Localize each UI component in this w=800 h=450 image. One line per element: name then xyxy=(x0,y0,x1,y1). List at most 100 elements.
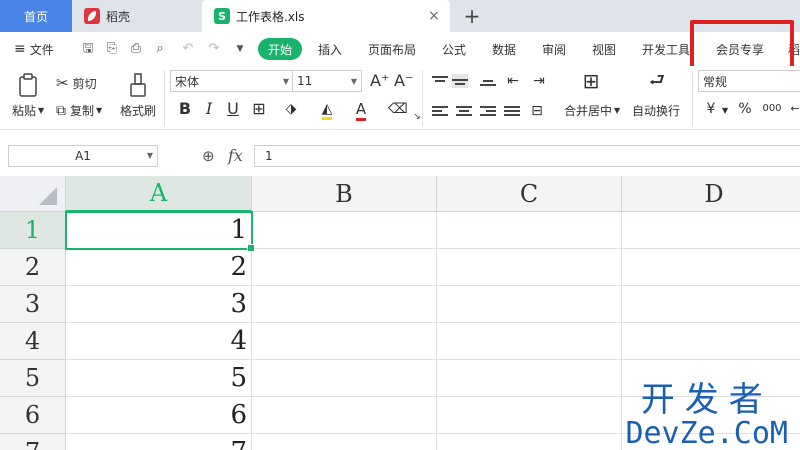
align-bottom-icon[interactable] xyxy=(480,74,496,88)
row-header-4[interactable]: 4 xyxy=(0,323,66,360)
cell-b1[interactable] xyxy=(252,212,437,249)
cell-style-icon[interactable]: ⬗ xyxy=(282,100,300,118)
merge-center-button[interactable]: 合并居中 ▼ xyxy=(564,102,620,119)
column-header-d[interactable]: D xyxy=(622,176,800,212)
paste-button[interactable]: 粘贴 ▼ xyxy=(12,102,44,119)
cell-a6[interactable]: 6 xyxy=(66,397,252,434)
align-middle-icon[interactable] xyxy=(452,74,468,88)
justify-icon[interactable] xyxy=(504,104,520,118)
cell-b5[interactable] xyxy=(252,360,437,397)
select-all-corner[interactable] xyxy=(0,176,66,212)
cell-c1[interactable] xyxy=(437,212,622,249)
new-tab-button[interactable]: + xyxy=(460,0,484,32)
clipboard-icon[interactable] xyxy=(16,72,40,98)
row-header-3[interactable]: 3 xyxy=(0,286,66,323)
undo-icon[interactable]: ↶ xyxy=(180,41,196,57)
print-preview-icon[interactable]: ⌕ xyxy=(152,41,168,57)
cell-c3[interactable] xyxy=(437,286,622,323)
brush-icon[interactable] xyxy=(128,72,148,98)
cell-b3[interactable] xyxy=(252,286,437,323)
cell-d3[interactable] xyxy=(622,286,800,323)
decrease-font-icon[interactable]: A⁻ xyxy=(394,72,413,90)
cell-d1[interactable] xyxy=(622,212,800,249)
tab-review[interactable]: 审阅 xyxy=(542,32,566,66)
row-header-7[interactable]: 7 xyxy=(0,434,66,450)
column-header-a[interactable]: A xyxy=(66,176,252,212)
tab-view[interactable]: 视图 xyxy=(592,32,616,66)
tab-developer[interactable]: 开发工具 xyxy=(642,32,690,66)
export-pdf-icon[interactable]: ⎘ xyxy=(104,41,120,57)
cell-b2[interactable] xyxy=(252,249,437,286)
cell-b4[interactable] xyxy=(252,323,437,360)
cell-a3[interactable]: 3 xyxy=(66,286,252,323)
row-header-5[interactable]: 5 xyxy=(0,360,66,397)
thousands-separator-button[interactable]: 000 xyxy=(760,100,784,118)
tab-insert[interactable]: 插入 xyxy=(318,32,342,66)
cell-a5[interactable]: 5 xyxy=(66,360,252,397)
redo-icon[interactable]: ↷ xyxy=(206,41,222,57)
cell-d4[interactable] xyxy=(622,323,800,360)
tab-formulas[interactable]: 公式 xyxy=(442,32,466,66)
wrap-text-icon[interactable]: ⮐ xyxy=(648,72,666,90)
save-icon[interactable]: 🖫 xyxy=(80,41,96,57)
tab-home[interactable]: 首页 xyxy=(0,0,72,32)
cell-b6[interactable] xyxy=(252,397,437,434)
cell-a7[interactable]: 7 xyxy=(66,434,252,450)
cell-b7[interactable] xyxy=(252,434,437,450)
cell-c7[interactable] xyxy=(437,434,622,450)
increase-font-icon[interactable]: A⁺ xyxy=(370,72,389,90)
align-top-icon[interactable] xyxy=(432,74,448,88)
cell-a4[interactable]: 4 xyxy=(66,323,252,360)
underline-button[interactable]: U xyxy=(224,100,242,118)
align-right-icon[interactable] xyxy=(480,104,496,118)
percent-button[interactable]: % xyxy=(736,100,754,118)
number-format-select[interactable]: 常规 xyxy=(698,70,800,92)
cell-c4[interactable] xyxy=(437,323,622,360)
align-center-icon[interactable] xyxy=(456,104,472,118)
cell-c2[interactable] xyxy=(437,249,622,286)
borders-icon[interactable]: ⊞ xyxy=(250,100,268,118)
zoom-icon[interactable]: ⊕ xyxy=(202,147,215,165)
italic-button[interactable]: I xyxy=(200,100,218,118)
row-header-1[interactable]: 1 xyxy=(0,212,66,249)
copy-button[interactable]: ⧉ 复制 ▼ xyxy=(56,102,102,119)
tab-data[interactable]: 数据 xyxy=(492,32,516,66)
cell-a2[interactable]: 2 xyxy=(66,249,252,286)
font-name-select[interactable]: 宋体 ▼ xyxy=(170,70,294,92)
eraser-icon[interactable]: ⌫ xyxy=(388,100,408,118)
font-size-select[interactable]: 11 ▼ xyxy=(292,70,362,92)
column-header-b[interactable]: B xyxy=(252,176,437,212)
align-left-icon[interactable] xyxy=(432,104,448,118)
tab-daoke[interactable]: 稻壳 xyxy=(72,0,200,32)
font-dialog-launcher-icon[interactable]: ↘ xyxy=(408,108,426,126)
distribute-icon[interactable]: ⊟ xyxy=(528,102,546,120)
row-header-2[interactable]: 2 xyxy=(0,249,66,286)
font-color-icon[interactable]: A xyxy=(352,100,370,121)
close-icon[interactable]: × xyxy=(426,8,442,24)
name-box[interactable]: A1 ▼ xyxy=(8,145,158,167)
cut-button[interactable]: ✂ 剪切 xyxy=(56,74,97,92)
file-menu[interactable]: ≡ 文件 xyxy=(14,32,54,66)
merge-cells-icon[interactable]: ⊞ xyxy=(582,71,600,91)
function-button[interactable]: fx xyxy=(228,146,243,165)
active-cell-cursor[interactable] xyxy=(65,211,255,252)
fill-color-icon[interactable]: ◭ xyxy=(318,100,336,120)
cell-c6[interactable] xyxy=(437,397,622,434)
tab-workbook[interactable]: S 工作表格.xls × xyxy=(202,0,450,32)
currency-button[interactable]: ¥ xyxy=(702,100,720,118)
cell-c5[interactable] xyxy=(437,360,622,397)
customize-dropdown-icon[interactable]: ▼ xyxy=(232,41,248,57)
decimal-increase-icon[interactable]: ← xyxy=(786,100,800,118)
tab-start[interactable]: 开始 xyxy=(258,38,303,60)
row-header-6[interactable]: 6 xyxy=(0,397,66,434)
tab-page-layout[interactable]: 页面布局 xyxy=(368,32,416,66)
formula-input[interactable]: 1 xyxy=(254,145,800,167)
format-painter-button[interactable]: 格式刷 xyxy=(120,102,156,119)
cell-d2[interactable] xyxy=(622,249,800,286)
decrease-indent-icon[interactable]: ⇤ xyxy=(504,72,522,90)
increase-indent-icon[interactable]: ⇥ xyxy=(530,72,548,90)
bold-button[interactable]: B xyxy=(176,100,194,118)
print-icon[interactable]: ⎙ xyxy=(128,41,144,57)
wrap-text-button[interactable]: 自动换行 xyxy=(632,102,680,119)
column-header-c[interactable]: C xyxy=(437,176,622,212)
